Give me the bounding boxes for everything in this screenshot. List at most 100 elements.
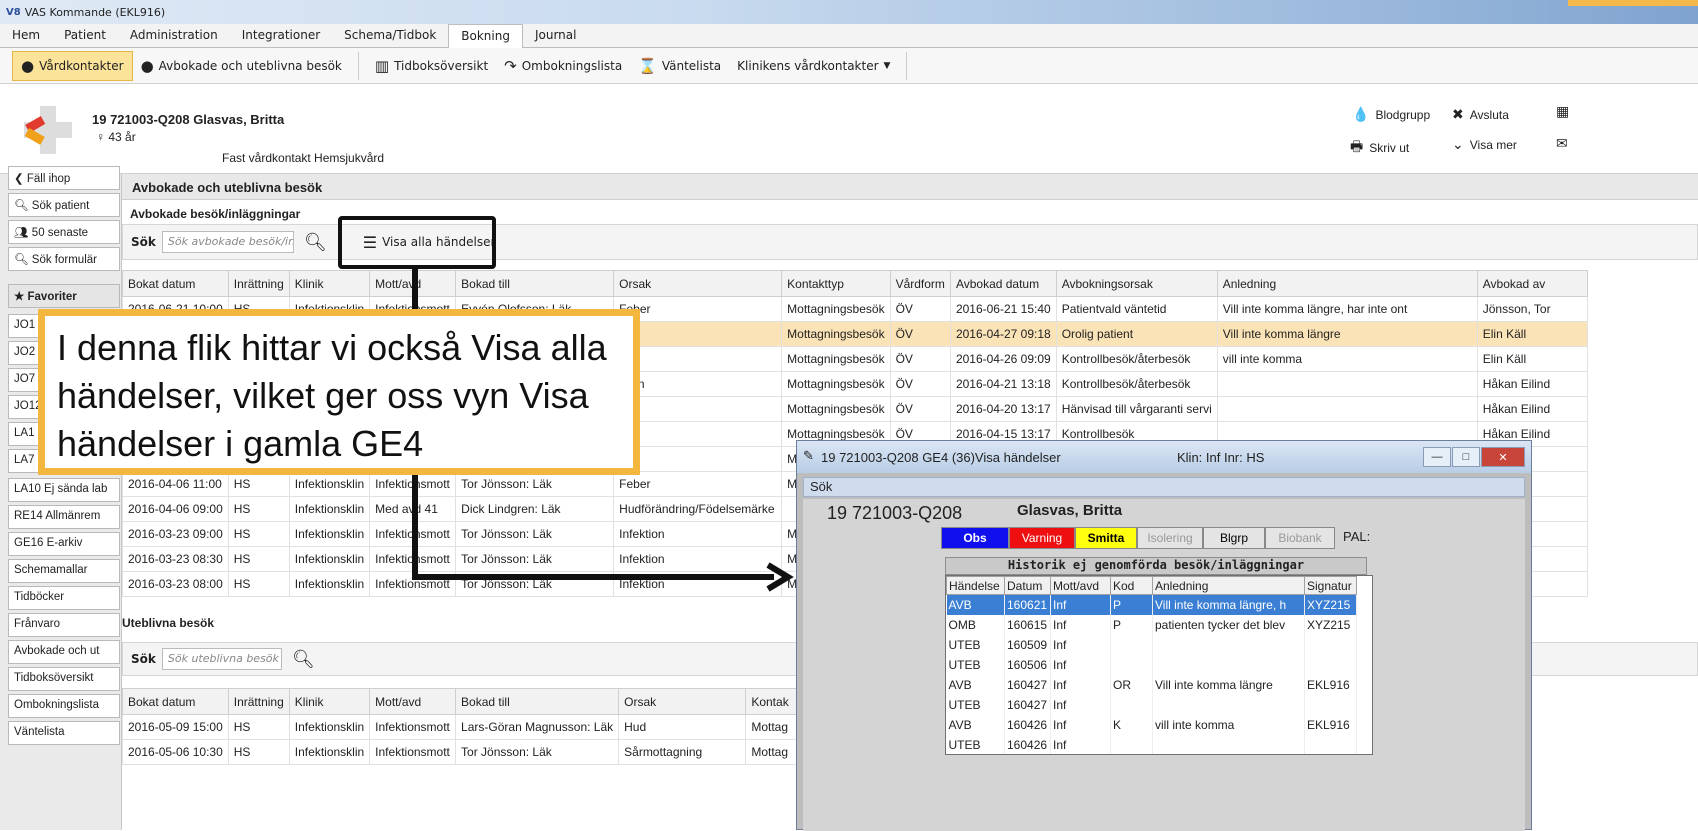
visa-mer-button[interactable]: ⌄ Visa mer [1452, 136, 1517, 153]
column-header[interactable]: Anledning [1216, 270, 1478, 297]
isolering-flag[interactable]: Isolering [1137, 527, 1203, 549]
table-cell: AVB [946, 714, 1005, 735]
patient-age: ♀ 43 år [96, 130, 136, 144]
sidebar-item-ombokningslista[interactable]: Ombokningslista [8, 694, 120, 718]
column-header[interactable]: Kontakttyp [781, 270, 891, 297]
column-header[interactable]: Avbokningsorsak [1055, 270, 1218, 297]
sidebar-item-tidboksoversikt[interactable]: Tidboksöversikt [8, 667, 120, 691]
kliniken-dropdown[interactable]: Klinikens vårdkontakter ▼ [729, 51, 898, 81]
search-input-uteblivna[interactable]: Sök uteblivna besök [161, 648, 282, 670]
search-icon[interactable]: 🔍︎ [292, 649, 315, 670]
history-row[interactable]: AVB 160426 Inf Kvill inte komma EKL916 [946, 714, 1357, 735]
table-cell: Håkan Eilind [1476, 371, 1588, 397]
column-header[interactable]: Kod [1110, 576, 1153, 595]
column-header[interactable]: Orsak [613, 270, 783, 297]
column-header[interactable]: Bokad till [455, 688, 620, 715]
sidebar-item-vantelista[interactable]: Väntelista [8, 721, 120, 745]
sidebar-item-ge16[interactable]: GE16 E-arkiv [8, 532, 120, 556]
close-icon[interactable]: ✕ [1481, 447, 1525, 467]
biobank-flag[interactable]: Biobank [1265, 527, 1335, 549]
sok-formular-button[interactable]: 🔍︎ Sök formulär [8, 247, 120, 271]
column-header[interactable]: Vårdform [889, 270, 951, 297]
vardkontakter-button[interactable]: ● Vårdkontakter [12, 50, 133, 81]
menu-bokning[interactable]: Bokning [448, 24, 523, 49]
history-row[interactable]: OMB 160615 Inf Ppatienten tycker det blev XY… [946, 614, 1357, 635]
column-header[interactable]: Mott/avd [369, 688, 457, 715]
section-uteblivna-title: Uteblivna besök [122, 616, 215, 630]
blgrp-flag[interactable]: Blgrp [1203, 527, 1265, 549]
sidebar-item-la10[interactable]: LA10 Ej sända lab [8, 478, 120, 502]
sidebar-item-tidbocker[interactable]: Tidböcker [8, 586, 120, 610]
sidebar-item-avbokade[interactable]: Avbokade och ut [8, 640, 120, 664]
column-header[interactable]: Händelse [946, 576, 1005, 595]
table-row[interactable]: 2016-05-06 10:30 HS Infektionsklin Infektio… [122, 739, 802, 765]
arrow-head-icon [766, 562, 794, 592]
column-header[interactable]: Inrättning [227, 688, 290, 715]
table-cell [1216, 396, 1478, 422]
senaste-button[interactable]: 👥︎ 50 senaste [8, 220, 120, 244]
history-row[interactable]: UTEB 160426 Inf [946, 734, 1357, 754]
page-title: Avbokade och uteblivna besök [122, 174, 1698, 200]
sidebar-item-schemamallar[interactable]: Schemamallar [8, 559, 120, 583]
column-header[interactable]: Datum [1004, 576, 1051, 595]
annotation-callout: I denna flik hittar vi också Visa alla h… [38, 309, 640, 475]
avsluta-button[interactable]: ✖ Avsluta [1452, 106, 1509, 123]
favoriter-header[interactable]: ★ Favoriter [8, 284, 120, 308]
column-header[interactable]: Kontak [745, 688, 802, 715]
vantelista-button[interactable]: ⌛ Väntelista [630, 51, 729, 81]
calendar-icon[interactable]: ▦ [1556, 104, 1569, 120]
search-icon[interactable]: 🔍︎ [304, 232, 327, 253]
search-input-avbokade[interactable]: Sök avbokade besök/in [161, 231, 294, 253]
smitta-flag[interactable]: Smitta [1075, 527, 1137, 549]
blodgrupp-button[interactable]: 💧 Blodgrupp [1352, 106, 1430, 123]
history-row[interactable]: UTEB 160506 Inf [946, 654, 1357, 675]
column-header[interactable]: Bokat datum [122, 688, 229, 715]
obs-flag[interactable]: Obs [941, 527, 1009, 549]
column-header[interactable]: Klinik [288, 270, 371, 297]
sidebar-item-franvaro[interactable]: Frånvaro [8, 613, 120, 637]
skriv-ut-button[interactable]: 🖶 Skriv ut [1350, 136, 1409, 160]
menu-patient[interactable]: Patient [52, 24, 118, 48]
menu-administration[interactable]: Administration [118, 24, 230, 48]
table-cell [1152, 734, 1305, 754]
table-row[interactable]: 2016-05-09 15:00 HS Infektionsklin Infektio… [122, 714, 802, 740]
printer-icon: 🖶 [1350, 138, 1364, 154]
menu-schema-tidbok[interactable]: Schema/Tidbok [332, 24, 448, 48]
history-row[interactable]: AVB 160621 Inf P Vill inte komma längre, h XY… [946, 594, 1357, 615]
dialog-menu-sok[interactable]: Sök [803, 477, 1525, 497]
table-cell: Inf [1050, 674, 1111, 695]
table-cell: 2016-04-06 09:00 [122, 496, 229, 522]
column-header[interactable]: Avbokad datum [949, 270, 1057, 297]
avbokade-button[interactable]: ● Avbokade och uteblivna besök [133, 51, 350, 81]
column-header[interactable]: Inrättning [227, 270, 290, 297]
table-cell: Infektion [613, 521, 783, 547]
history-row[interactable]: UTEB 160427 Inf [946, 694, 1357, 715]
fall-ihop-button[interactable]: ❮ Fäll ihop [8, 166, 120, 190]
sidebar-item-re14[interactable]: RE14 Allmänrem [8, 505, 120, 529]
menu-journal[interactable]: Journal [523, 24, 589, 48]
sok-patient-button[interactable]: 🔍︎ Sök patient [8, 193, 120, 217]
column-header[interactable]: Anledning [1152, 576, 1305, 595]
column-header[interactable]: Mott/avd [1050, 576, 1111, 595]
column-header[interactable]: Bokat datum [122, 270, 229, 297]
column-header[interactable]: Klinik [288, 688, 371, 715]
minimize-icon[interactable]: — [1423, 447, 1451, 467]
maximize-icon[interactable]: □ [1452, 447, 1480, 467]
table-cell: UTEB [946, 634, 1005, 655]
tidboksoversikt-button[interactable]: ▥ Tidboksöversikt [367, 51, 496, 81]
table-cell: UTEB [946, 654, 1005, 675]
mail-icon[interactable]: ✉ [1556, 136, 1568, 152]
varning-flag[interactable]: Varning [1009, 527, 1075, 549]
history-row[interactable]: UTEB 160509 Inf [946, 634, 1357, 655]
column-header[interactable]: Signatur [1304, 576, 1357, 595]
menu-hem[interactable]: Hem [0, 24, 52, 48]
uteblivna-table: Bokat datum Inrättning Klinik Mott/avd Bokad… [122, 688, 802, 765]
column-header[interactable]: Avbokad av [1476, 270, 1588, 297]
menu-integrationer[interactable]: Integrationer [230, 24, 332, 48]
table-cell: Sårmottagning [618, 739, 747, 765]
ombokningslista-button[interactable]: ↷ Ombokningslista [496, 51, 630, 81]
history-row[interactable]: AVB 160427 Inf OR Vill inte komma längre EKL9… [946, 674, 1357, 695]
table-cell [1152, 694, 1305, 715]
column-header[interactable]: Orsak [618, 688, 747, 715]
column-header[interactable]: Bokad till [455, 270, 615, 297]
